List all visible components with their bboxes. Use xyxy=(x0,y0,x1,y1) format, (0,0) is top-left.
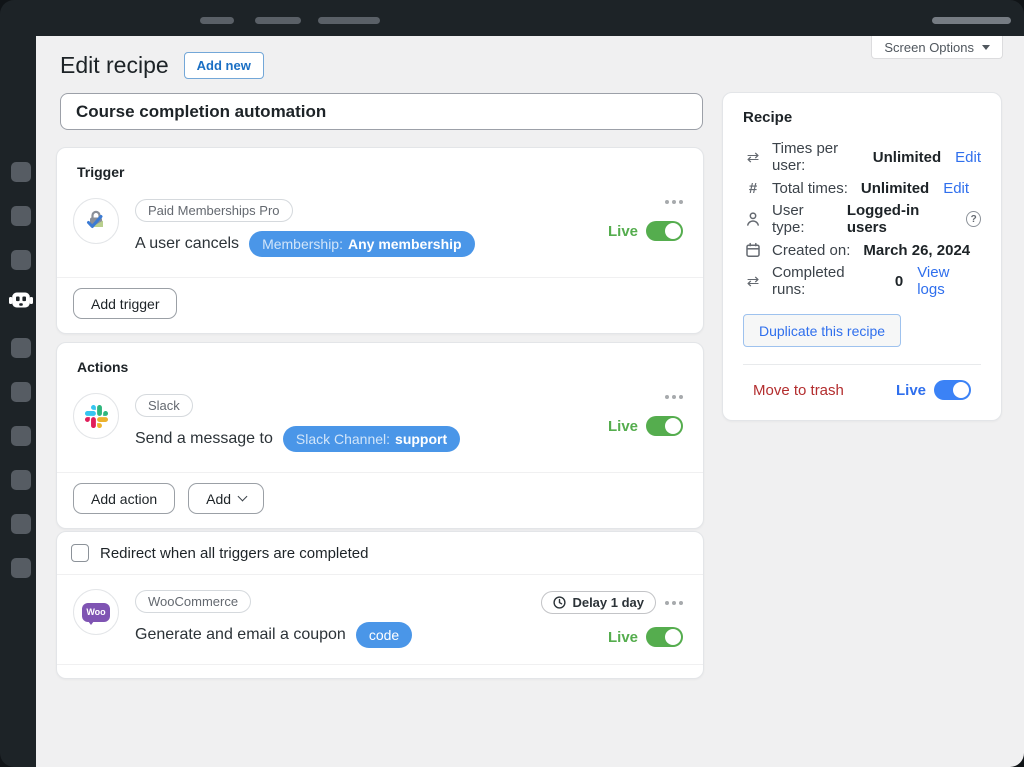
sidebar-menu-icon[interactable] xyxy=(11,470,31,490)
help-icon[interactable] xyxy=(966,211,981,227)
live-status-label: Live xyxy=(608,418,638,435)
actions-card: Actions Slack Send a message to xyxy=(56,342,704,529)
integration-badge: Paid Memberships Pro xyxy=(135,199,293,222)
add-dropdown-button[interactable]: Add xyxy=(188,483,264,514)
integration-badge: WooCommerce xyxy=(135,590,251,613)
view-logs-link[interactable]: View logs xyxy=(917,264,981,298)
recipe-live-label: Live xyxy=(896,382,926,399)
item-options-menu[interactable] xyxy=(665,597,683,609)
trigger-heading: Trigger xyxy=(57,148,703,180)
created-on-row: Created on: March 26, 2024 xyxy=(743,240,981,260)
app-window: Screen Options Edit recipe Add new Trigg… xyxy=(0,0,1024,767)
add-trigger-button[interactable]: Add trigger xyxy=(73,288,177,319)
coupon-code-token[interactable]: code xyxy=(356,622,412,648)
hash-icon xyxy=(743,180,763,197)
redirect-label: Redirect when all triggers are completed xyxy=(100,545,368,562)
completed-runs-row: Completed runs: 0 View logs xyxy=(743,271,981,291)
woocommerce-icon xyxy=(73,589,119,635)
recipe-live-toggle[interactable] xyxy=(934,380,971,400)
page-title: Edit recipe xyxy=(60,52,169,79)
recipe-title-input[interactable] xyxy=(60,93,703,130)
sidebar-menu-icon[interactable] xyxy=(11,426,31,446)
admin-bar-placeholder xyxy=(255,17,301,24)
sidebar-menu-icon[interactable] xyxy=(11,250,31,270)
coupon-sentence: Generate and email a coupon xyxy=(135,626,346,644)
live-status-label: Live xyxy=(608,629,638,646)
admin-content-area: Screen Options Edit recipe Add new Trigg… xyxy=(36,36,1024,767)
calendar-icon xyxy=(743,242,763,258)
loop-icon xyxy=(743,272,763,290)
automator-robot-icon[interactable] xyxy=(8,289,34,311)
sidebar-menu-icon[interactable] xyxy=(11,162,31,182)
recipe-panel-heading: Recipe xyxy=(743,109,981,126)
actions-heading: Actions xyxy=(57,343,703,375)
redirect-checkbox[interactable] xyxy=(71,544,89,562)
chevron-down-icon xyxy=(238,492,248,502)
admin-bar-placeholder xyxy=(200,17,234,24)
sidebar-menu-icon[interactable] xyxy=(11,382,31,402)
item-options-menu[interactable] xyxy=(665,196,683,208)
move-to-trash-link[interactable]: Move to trash xyxy=(753,382,844,399)
sidebar-menu-icon[interactable] xyxy=(11,558,31,578)
loop-icon xyxy=(743,148,763,166)
trigger-card: Trigger Paid Memberships Pro A us xyxy=(56,147,704,334)
recipe-panel: Recipe Times per user: Unlimited Edit To… xyxy=(722,92,1002,421)
delayed-action-item: WooCommerce Generate and email a coupon … xyxy=(57,575,703,664)
admin-sidebar xyxy=(0,36,36,767)
screen-options-label: Screen Options xyxy=(884,40,974,55)
trigger-live-toggle[interactable] xyxy=(646,221,683,241)
slack-icon xyxy=(73,393,119,439)
user-icon xyxy=(743,211,763,227)
live-status-label: Live xyxy=(608,223,638,240)
edit-link[interactable]: Edit xyxy=(943,180,969,197)
admin-top-bar xyxy=(0,0,1024,36)
user-type-row: User type: Logged-in users xyxy=(743,209,981,229)
clock-icon xyxy=(553,596,566,609)
closure-card: Redirect when all triggers are completed… xyxy=(56,531,704,679)
total-times-row: Total times: Unlimited Edit xyxy=(743,178,981,198)
paid-memberships-pro-icon xyxy=(73,198,119,244)
chevron-down-icon xyxy=(982,45,990,50)
trigger-sentence: A user cancels xyxy=(135,235,239,253)
sidebar-menu-icon[interactable] xyxy=(11,338,31,358)
edit-link[interactable]: Edit xyxy=(955,149,981,166)
action-live-toggle[interactable] xyxy=(646,416,683,436)
sidebar-menu-icon[interactable] xyxy=(11,206,31,226)
admin-bar-placeholder xyxy=(932,17,1011,24)
add-new-button[interactable]: Add new xyxy=(184,52,264,79)
duplicate-recipe-button[interactable]: Duplicate this recipe xyxy=(743,314,901,347)
slack-channel-token[interactable]: Slack Channel: support xyxy=(283,426,460,452)
delayed-action-live-toggle[interactable] xyxy=(646,627,683,647)
trigger-item: Paid Memberships Pro A user cancels Memb… xyxy=(57,180,703,277)
times-per-user-row: Times per user: Unlimited Edit xyxy=(743,147,981,167)
delay-badge[interactable]: Delay 1 day xyxy=(541,591,656,614)
action-sentence: Send a message to xyxy=(135,430,273,448)
membership-token[interactable]: Membership: Any membership xyxy=(249,231,475,257)
integration-badge: Slack xyxy=(135,394,193,417)
screen-options-button[interactable]: Screen Options xyxy=(871,36,1003,59)
admin-bar-placeholder xyxy=(318,17,380,24)
add-action-button[interactable]: Add action xyxy=(73,483,175,514)
divider xyxy=(743,364,981,365)
item-options-menu[interactable] xyxy=(665,391,683,403)
sidebar-menu-icon[interactable] xyxy=(11,514,31,534)
action-item: Slack Send a message to Slack Channel: s… xyxy=(57,375,703,472)
